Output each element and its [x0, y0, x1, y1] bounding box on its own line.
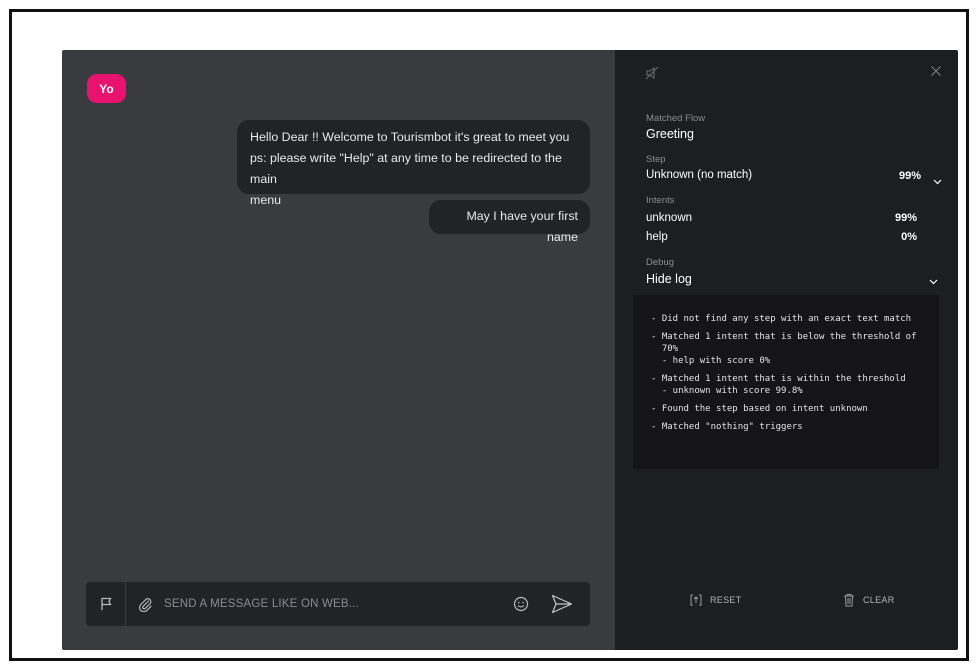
- chat-panel: Yo Hello Dear !! Welcome to Tourismbot i…: [62, 50, 615, 650]
- log-line: - Matched 1 intent that is within the th…: [651, 374, 906, 384]
- log-line: 70%: [651, 344, 679, 354]
- reset-icon: [690, 594, 702, 606]
- intents-label: Intents: [646, 195, 675, 206]
- smiley-icon: [513, 596, 529, 612]
- trash-icon: [844, 594, 854, 607]
- message-line: May I have your first name: [466, 209, 578, 244]
- matched-flow-label: Matched Flow: [646, 113, 706, 124]
- message-line: ps: please write "Help" at any time to b…: [250, 151, 562, 186]
- close-icon: [931, 66, 941, 76]
- send-icon: [551, 594, 573, 614]
- chevron-down-icon: [933, 179, 942, 185]
- message-composer: [86, 582, 590, 626]
- debug-log: - Did not find any step with an exact te…: [633, 295, 939, 469]
- debug-label: Debug: [646, 257, 674, 268]
- emoji-button[interactable]: [508, 582, 534, 626]
- flag-button[interactable]: [86, 582, 126, 626]
- step-percent: 99%: [898, 170, 921, 182]
- debug-toggle-value[interactable]: Hide log: [646, 272, 692, 286]
- intent-percent: 99%: [894, 212, 917, 224]
- message-input[interactable]: [164, 582, 508, 626]
- clear-button[interactable]: CLEAR: [843, 593, 895, 607]
- intent-percent: 0%: [901, 231, 917, 243]
- reset-button[interactable]: RESET: [690, 593, 742, 607]
- intent-name: unknown: [646, 212, 693, 224]
- chevron-down-icon: [929, 279, 938, 285]
- matched-flow-value: Greeting: [646, 127, 694, 141]
- flag-icon: [100, 597, 112, 610]
- debug-toggle-button[interactable]: [929, 272, 938, 290]
- bot-message-bubble: Hello Dear !! Welcome to Tourismbot it's…: [237, 120, 590, 207]
- screenshot-frame: Yo Hello Dear !! Welcome to Tourismbot i…: [9, 9, 969, 661]
- reset-label: RESET: [710, 595, 742, 605]
- chat-emulator: Yo Hello Dear !! Welcome to Tourismbot i…: [62, 50, 958, 650]
- log-line: - unknown with score 99.8%: [651, 386, 803, 396]
- attach-button[interactable]: [126, 582, 164, 626]
- user-avatar: Yo: [87, 74, 126, 103]
- step-value[interactable]: Unknown (no match): [646, 169, 752, 181]
- step-expand-button[interactable]: [933, 172, 942, 190]
- debug-panel: Matched Flow Greeting Step Unknown (no m…: [615, 50, 958, 650]
- intent-name: help: [646, 231, 668, 243]
- log-line: - Did not find any step with an exact te…: [651, 314, 912, 324]
- log-line: - Matched 1 intent that is below the thr…: [651, 332, 917, 342]
- bot-message-bubble: May I have your first name: [429, 200, 590, 244]
- log-line: - Matched "nothing" triggers: [651, 422, 803, 432]
- log-line: - Found the step based on intent unknown: [651, 404, 868, 414]
- paperclip-icon: [138, 597, 152, 612]
- close-button[interactable]: [930, 64, 942, 82]
- clear-label: CLEAR: [863, 595, 895, 605]
- message-line: Hello Dear !! Welcome to Tourismbot it's…: [250, 130, 570, 144]
- log-line: - help with score 0%: [651, 356, 771, 366]
- send-button[interactable]: [534, 582, 590, 626]
- speaker-muted-icon: [645, 66, 659, 80]
- step-label: Step: [646, 154, 666, 165]
- mute-button[interactable]: [645, 66, 659, 85]
